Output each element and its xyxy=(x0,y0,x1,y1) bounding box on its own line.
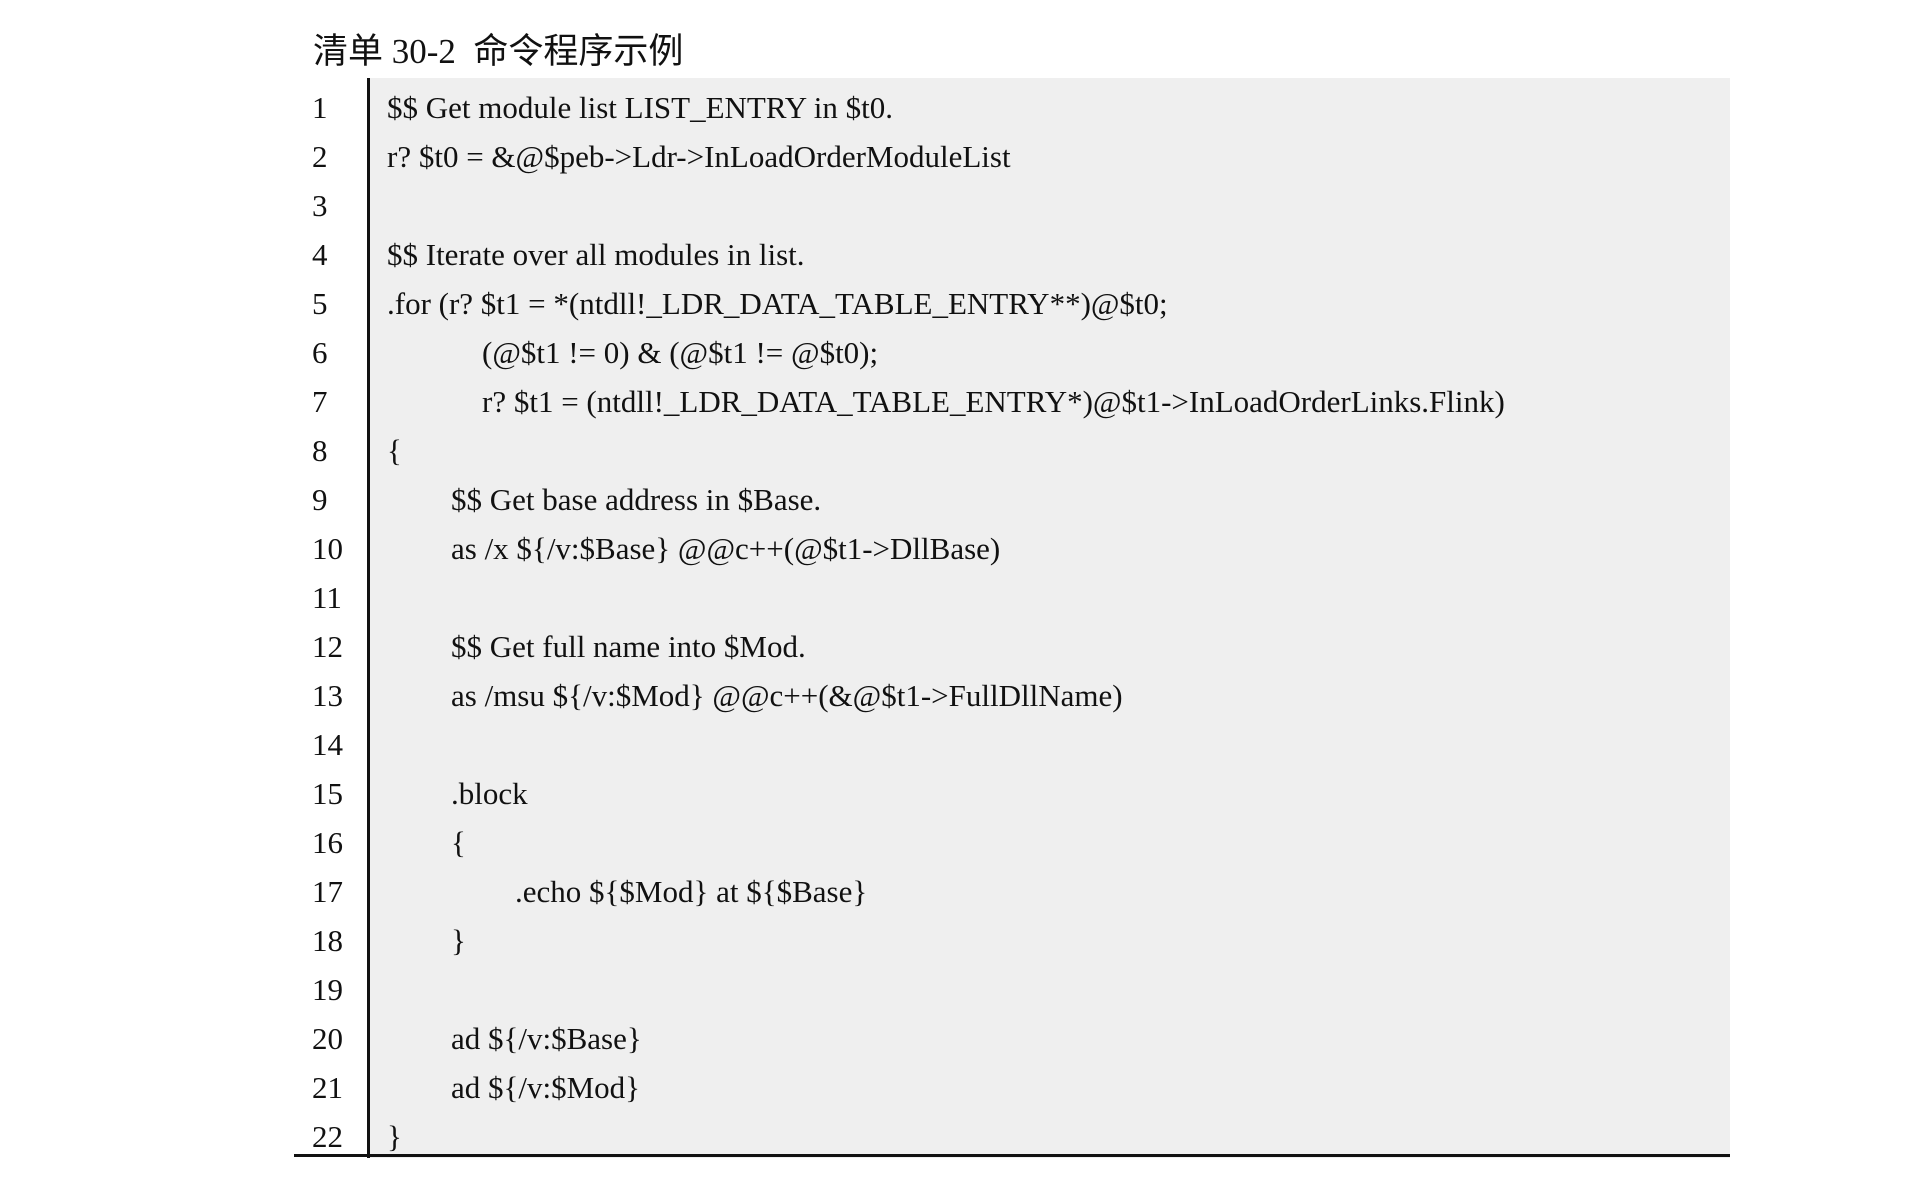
code-line: 2 r? $t0 = &@$peb->Ldr->InLoadOrderModule… xyxy=(294,132,1730,181)
code-text: ad ${/v:$Mod} xyxy=(451,1070,641,1105)
code-line: 15 .block xyxy=(294,769,1730,818)
code-text: r? $t0 = &@$peb->Ldr->InLoadOrderModuleL… xyxy=(387,139,1011,174)
code-text: $$ Iterate over all modules in list. xyxy=(387,237,805,272)
code-line: 8{ xyxy=(294,426,1730,475)
code-text: .for (r? $t1 = *(ntdll!_LDR_DATA_TABLE_E… xyxy=(387,286,1168,321)
line-number: 4 xyxy=(312,237,328,272)
listing-bottom-rule xyxy=(294,1154,1730,1157)
code-text: r? $t1 = (ntdll!_LDR_DATA_TABLE_ENTRY*)@… xyxy=(482,384,1505,419)
line-number: 1 xyxy=(312,90,328,125)
line-number: 21 xyxy=(312,1070,343,1105)
line-number: 6 xyxy=(312,335,328,370)
code-text: { xyxy=(387,433,402,468)
line-number: 18 xyxy=(312,923,343,958)
code-line: 7 r? $t1 = (ntdll!_LDR_DATA_TABLE_ENTRY*)… xyxy=(294,377,1730,426)
line-number: 9 xyxy=(312,482,328,517)
code-line: 5 .for (r? $t1 = *(ntdll!_LDR_DATA_TABLE_… xyxy=(294,279,1730,328)
line-number: 13 xyxy=(312,678,343,713)
code-text: (@$t1 != 0) & (@$t1 != @$t0); xyxy=(482,335,879,370)
code-line: 12 $$ Get full name into $Mod. xyxy=(294,622,1730,671)
code-line: 14 xyxy=(294,720,1730,769)
line-number: 12 xyxy=(312,629,343,664)
line-number: 20 xyxy=(312,1021,343,1056)
code-line: 18} xyxy=(294,916,1730,965)
code-text: .echo ${$Mod} at ${$Base} xyxy=(515,874,868,909)
line-number: 5 xyxy=(312,286,328,321)
code-listing: 1 $$ Get module list LIST_ENTRY in $t0. 2 r… xyxy=(294,78,1730,1158)
code-line: 21 ad ${/v:$Mod} xyxy=(294,1063,1730,1112)
code-line: 19 xyxy=(294,965,1730,1014)
line-number: 2 xyxy=(312,139,328,174)
line-number: 15 xyxy=(312,776,343,811)
code-line: 17 .echo ${$Mod} at ${$Base} xyxy=(294,867,1730,916)
code-text: $$ Get base address in $Base. xyxy=(451,482,822,517)
code-text: as /msu ${/v:$Mod} @@c++(&@$t1->FullDllN… xyxy=(451,678,1123,713)
code-text: as /x ${/v:$Base} @@c++(@$t1->DllBase) xyxy=(451,531,1001,566)
line-number: 17 xyxy=(312,874,343,909)
document-page: 清单 30-2 命令程序示例 1 $$ Get module list LIST_… xyxy=(0,0,1920,1194)
code-line: 13 as /msu ${/v:$Mod} @@c++(&@$t1->FullDl… xyxy=(294,671,1730,720)
code-text: $$ Get full name into $Mod. xyxy=(451,629,806,664)
line-number: 16 xyxy=(312,825,343,860)
code-line: 4 $$ Iterate over all modules in list. xyxy=(294,230,1730,279)
code-line: 10 as /x ${/v:$Base} @@c++(@$t1->DllBase) xyxy=(294,524,1730,573)
code-line: 1 $$ Get module list LIST_ENTRY in $t0. xyxy=(294,83,1730,132)
code-line: 20 ad ${/v:$Base} xyxy=(294,1014,1730,1063)
code-line: 6 (@$t1 != 0) & (@$t1 != @$t0); xyxy=(294,328,1730,377)
listing-caption: 清单 30-2 命令程序示例 xyxy=(313,32,684,71)
line-number: 3 xyxy=(312,188,328,223)
code-line: 11 xyxy=(294,573,1730,622)
code-text: ad ${/v:$Base} xyxy=(451,1021,642,1056)
code-text: { xyxy=(451,825,466,860)
line-number: 8 xyxy=(312,433,328,468)
code-line: 9 $$ Get base address in $Base. xyxy=(294,475,1730,524)
line-number: 11 xyxy=(312,580,342,615)
code-line: 3 xyxy=(294,181,1730,230)
code-line: 16 { xyxy=(294,818,1730,867)
code-text: $$ Get module list LIST_ENTRY in $t0. xyxy=(387,90,894,125)
code-text: } xyxy=(451,923,466,958)
line-number: 19 xyxy=(312,972,343,1007)
line-number: 14 xyxy=(312,727,343,762)
line-number: 7 xyxy=(312,384,328,419)
line-number: 10 xyxy=(312,531,343,566)
code-text: .block xyxy=(451,776,528,811)
